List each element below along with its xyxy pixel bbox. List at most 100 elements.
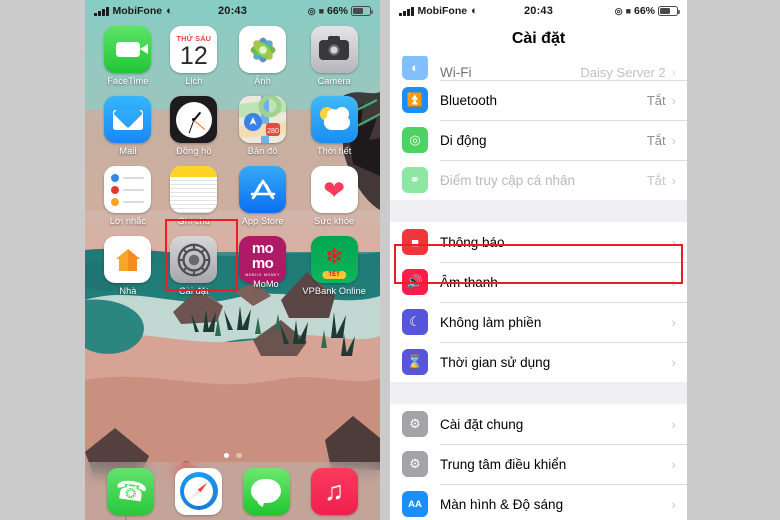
messages-icon[interactable] <box>242 467 290 515</box>
settings-row-control-center[interactable]: ⚙ Trung tâm điều khiển › <box>390 444 687 484</box>
page-dot-1[interactable] <box>223 452 229 458</box>
facetime-icon <box>104 26 152 73</box>
app-label: Bản đồ <box>247 146 278 156</box>
app-appstore[interactable]: App Store <box>231 166 295 226</box>
app-maps[interactable]: 280 Bản đồ <box>231 96 295 156</box>
music-icon[interactable]: ♫ <box>310 467 358 515</box>
momo-icon: mo mo MOBILE MONEY <box>239 236 287 283</box>
chevron-right-icon: › <box>671 416 676 432</box>
settings-list[interactable]: ◐ Wi-Fi Daisy Server 2 › ⏫ Bluetooth Tắt… <box>390 56 687 520</box>
app-label: Lịch <box>185 76 203 86</box>
battery-icon <box>351 6 374 16</box>
settings-row-notifications[interactable]: ■ Thông báo › <box>390 222 687 262</box>
status-time: 20:43 <box>217 5 248 17</box>
app-label: Thời tiết <box>316 146 352 156</box>
page-indicator[interactable] <box>85 452 380 458</box>
status-bar-settings: MobiFone ◐ 20:43 ◎ ■ 66% <box>390 0 687 22</box>
row-label: Không làm phiền <box>440 314 542 330</box>
carrier-label: MobiFone <box>417 5 468 17</box>
settings-row-cellular[interactable]: ◎ Di động Tắt › <box>390 120 687 160</box>
photos-icon <box>239 26 287 73</box>
row-label: Điểm truy cập cá nhân <box>440 172 576 188</box>
app-label: Sức khỏe <box>314 216 355 226</box>
app-weather[interactable]: Thời tiết <box>302 96 366 156</box>
row-value: Tắt <box>646 172 666 188</box>
app-label: Camera <box>317 76 351 86</box>
chevron-right-icon: › <box>671 132 676 148</box>
status-bar-home: MobiFone ◐ 20:43 ◎ ■ 66% <box>85 0 380 22</box>
app-label: FaceTime <box>107 76 149 86</box>
home-screen-content: MobiFone ◐ 20:43 ◎ ■ 66% FaceTime THỨ SÁ… <box>85 0 380 520</box>
app-facetime[interactable]: FaceTime <box>99 26 157 86</box>
row-label: Âm thanh <box>440 274 498 290</box>
dock: ☎ ♫ <box>85 462 380 520</box>
chevron-right-icon: › <box>671 274 676 290</box>
wifi-icon: ◐ <box>166 4 173 17</box>
general-gear-icon: ⚙ <box>402 411 428 437</box>
settings-group-system: ⚙ Cài đặt chung › ⚙ Trung tâm điều khiển… <box>390 404 687 520</box>
calendar-day: 12 <box>179 42 208 70</box>
app-label: MoMo <box>253 279 279 289</box>
app-label: Ảnh <box>254 76 271 86</box>
settings-row-screentime[interactable]: ⌛ Thời gian sử dụng › <box>390 342 687 382</box>
row-label: Màn hình & Độ sáng <box>440 496 564 512</box>
group-separator <box>390 200 687 222</box>
settings-group-alerts: ■ Thông báo › 🔊 Âm thanh › ☾ Không làm p… <box>390 222 687 382</box>
app-label: Ghi chú <box>177 216 211 226</box>
health-icon: ❤ <box>310 166 358 213</box>
app-reminders[interactable]: Lời nhắc <box>99 166 157 226</box>
signal-bars-icon <box>399 6 414 16</box>
calendar-icon: THỨ SÁU 12 <box>170 26 218 73</box>
settings-row-general[interactable]: ⚙ Cài đặt chung › <box>390 404 687 444</box>
page-title: Cài đặt <box>390 22 687 56</box>
row-label: Wi-Fi <box>440 65 472 80</box>
cellular-icon: ◎ <box>402 127 428 153</box>
page-dot-2[interactable] <box>236 452 242 458</box>
chevron-right-icon: › <box>671 92 676 108</box>
status-time: 20:43 <box>523 5 554 17</box>
settings-row-display[interactable]: AA Màn hình & Độ sáng › <box>390 484 687 520</box>
row-label: Thông báo <box>440 234 505 250</box>
settings-row-sound[interactable]: 🔊 Âm thanh › <box>390 262 687 302</box>
app-notes[interactable]: Ghi chú <box>165 166 223 226</box>
battery-percent: 66% <box>327 5 349 17</box>
alarm-icon: ■ <box>318 6 324 16</box>
settings-row-hotspot[interactable]: ⚭ Điểm truy cập cá nhân Tắt › <box>390 160 687 200</box>
app-camera[interactable]: Camera <box>302 26 366 86</box>
row-value: Daisy Server 2 <box>580 65 666 80</box>
row4-label-overlay: MoMo <box>85 279 380 289</box>
app-mail[interactable]: Mail <box>99 96 157 156</box>
appstore-icon <box>239 166 287 213</box>
settings-gear-icon <box>170 236 218 283</box>
wifi-icon: ◐ <box>471 4 478 17</box>
chevron-right-icon: › <box>671 354 676 370</box>
settings-row-bluetooth[interactable]: ⏫ Bluetooth Tắt › <box>390 80 687 120</box>
iphone-home-screen: MobiFone ◐ 20:43 ◎ ■ 66% FaceTime THỨ SÁ… <box>85 0 380 520</box>
chevron-right-icon: › <box>671 456 676 472</box>
chevron-right-icon: › <box>671 314 676 330</box>
display-brightness-icon: AA <box>402 491 428 517</box>
do-not-disturb-icon: ☾ <box>402 309 428 335</box>
app-calendar[interactable]: THỨ SÁU 12 Lịch <box>165 26 223 86</box>
row-label: Cài đặt chung <box>440 416 524 432</box>
chevron-right-icon: › <box>671 496 676 512</box>
svg-text:280: 280 <box>267 128 279 135</box>
phone-icon[interactable]: ☎ <box>107 467 155 515</box>
app-health[interactable]: ❤ Sức khỏe <box>302 166 366 226</box>
battery-icon <box>658 6 681 16</box>
app-label: Đồng hồ <box>176 146 212 156</box>
control-center-icon: ⚙ <box>402 451 428 477</box>
mail-icon <box>104 96 152 143</box>
settings-row-wifi[interactable]: ◐ Wi-Fi Daisy Server 2 › <box>390 56 687 80</box>
hotspot-icon: ⚭ <box>402 167 428 193</box>
notifications-icon: ■ <box>402 229 428 255</box>
sound-icon: 🔊 <box>402 269 428 295</box>
location-icon: ◎ <box>614 5 623 16</box>
vpbank-icon: ❄ TẾT <box>310 236 358 283</box>
screen-time-icon: ⌛ <box>402 349 428 375</box>
settings-row-dnd[interactable]: ☾ Không làm phiền › <box>390 302 687 342</box>
app-photos[interactable]: Ảnh <box>231 26 295 86</box>
safari-icon[interactable] <box>175 467 223 515</box>
app-clock[interactable]: Đồng hồ <box>165 96 223 156</box>
row-value: Tắt <box>646 132 666 148</box>
